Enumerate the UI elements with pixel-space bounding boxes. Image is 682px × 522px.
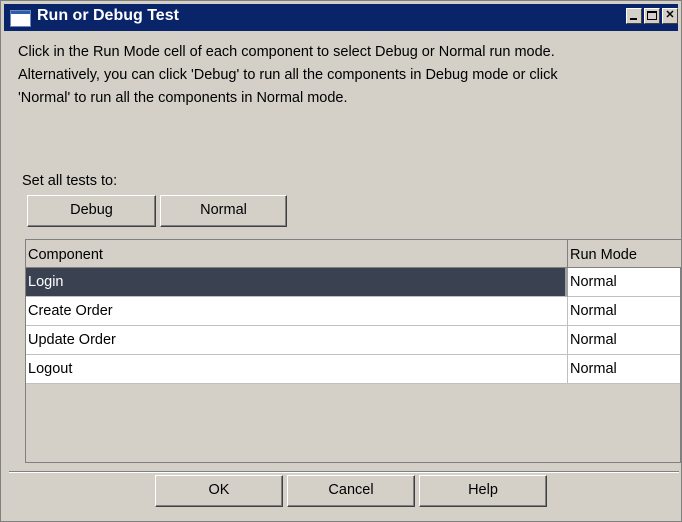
- run-mode-cell[interactable]: Normal: [568, 297, 680, 326]
- table-row[interactable]: Update Order Normal: [26, 326, 680, 355]
- component-cell[interactable]: Create Order: [26, 297, 568, 326]
- instructions-line-3: 'Normal' to run all the components in No…: [18, 90, 348, 106]
- table-row[interactable]: Logout Normal: [26, 355, 680, 384]
- title-bar[interactable]: Run or Debug Test ✕: [4, 4, 678, 31]
- run-mode-cell[interactable]: Normal: [568, 268, 680, 297]
- components-grid: Component Run Mode Login Normal Create O…: [25, 239, 681, 463]
- window-icon: [10, 10, 31, 27]
- cancel-button[interactable]: Cancel: [287, 475, 415, 507]
- run-mode-cell[interactable]: Normal: [568, 326, 680, 355]
- component-cell[interactable]: Logout: [26, 355, 568, 384]
- footer-divider: [9, 471, 679, 473]
- table-row[interactable]: Login Normal: [26, 268, 680, 297]
- component-cell[interactable]: Update Order: [26, 326, 568, 355]
- column-header-run-mode[interactable]: Run Mode: [568, 240, 681, 268]
- set-all-label: Set all tests to:: [22, 173, 118, 189]
- component-cell[interactable]: Login: [26, 268, 568, 297]
- debug-all-button[interactable]: Debug: [27, 195, 156, 227]
- column-header-component[interactable]: Component: [26, 240, 568, 268]
- run-or-debug-dialog: Run or Debug Test ✕ Click in the Run Mod…: [0, 0, 682, 522]
- help-button[interactable]: Help: [419, 475, 547, 507]
- run-mode-cell[interactable]: Normal: [568, 355, 680, 384]
- instructions-line-1: Click in the Run Mode cell of each compo…: [18, 44, 555, 60]
- instructions-line-2: Alternatively, you can click 'Debug' to …: [18, 67, 558, 83]
- ok-button[interactable]: OK: [155, 475, 283, 507]
- table-row[interactable]: Create Order Normal: [26, 297, 680, 326]
- maximize-icon[interactable]: [644, 8, 660, 24]
- normal-all-button[interactable]: Normal: [160, 195, 287, 227]
- instructions-text: Click in the Run Mode cell of each compo…: [18, 41, 678, 110]
- minimize-icon[interactable]: [626, 8, 642, 24]
- window-title: Run or Debug Test: [37, 7, 179, 24]
- close-icon[interactable]: ✕: [662, 8, 678, 24]
